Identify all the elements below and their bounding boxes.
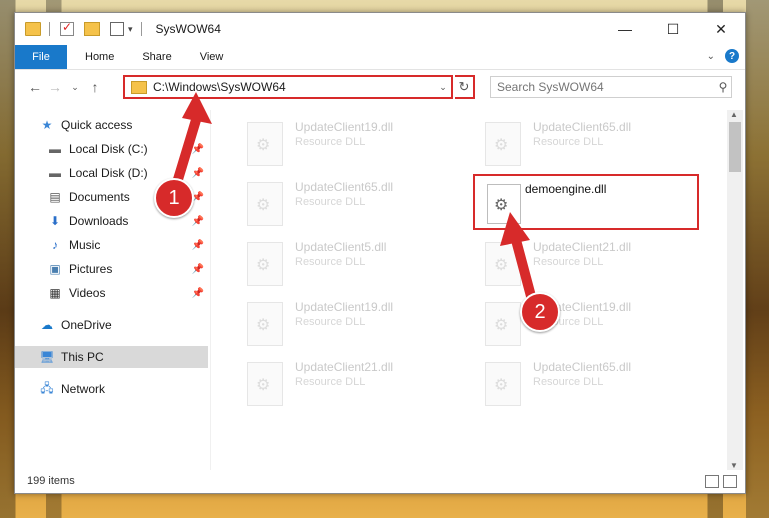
arrow-2-head <box>500 212 530 246</box>
arrow-1-head <box>182 92 212 124</box>
callout-arrows <box>171 92 537 305</box>
step-badge-2: 2 <box>520 292 560 332</box>
step-badge-1: 1 <box>154 178 194 218</box>
arrow-1-shaft <box>171 115 201 191</box>
arrow-2-shaft <box>511 235 537 305</box>
